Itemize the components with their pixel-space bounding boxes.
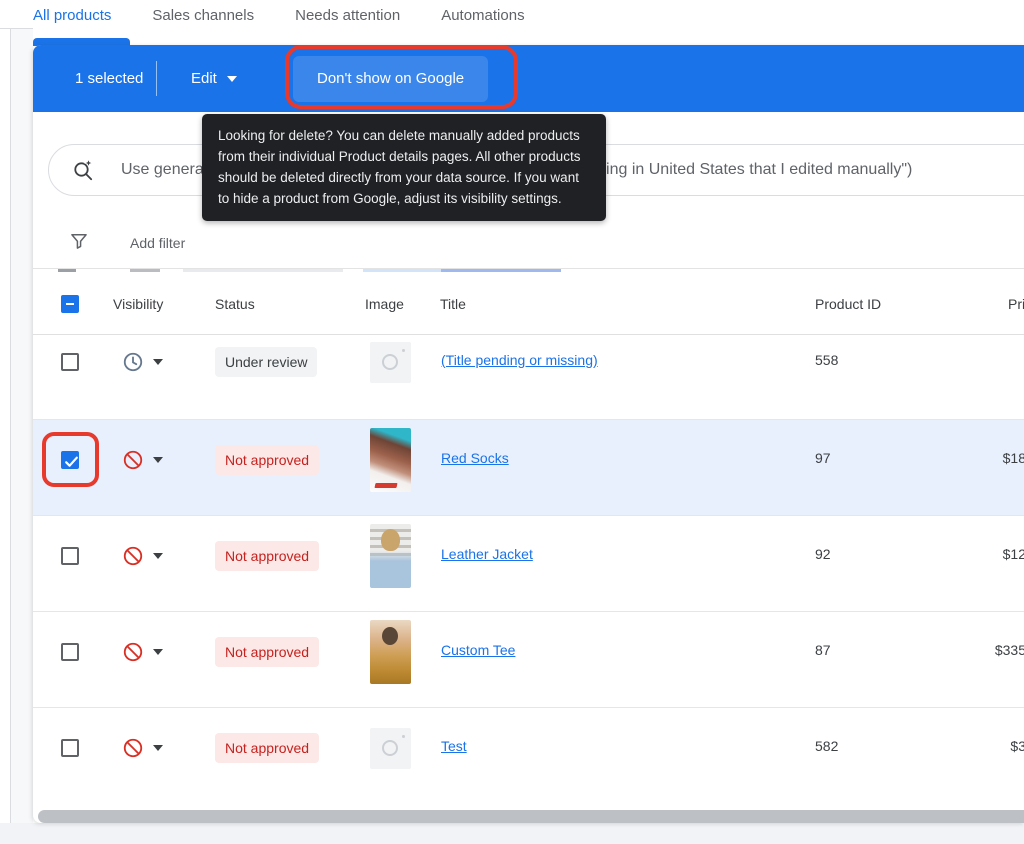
status-badge: Under review [215, 347, 317, 377]
tab-sales-channels[interactable]: Sales channels [152, 7, 254, 24]
product-image [370, 524, 411, 588]
product-title-link[interactable]: Leather Jacket [441, 546, 533, 562]
image-placeholder-icon [382, 740, 398, 756]
chevron-down-icon [153, 649, 163, 655]
tab-needs-attention[interactable]: Needs attention [295, 7, 400, 24]
chevron-down-icon [153, 745, 163, 751]
product-image [370, 342, 411, 383]
status-badge: Not approved [215, 541, 319, 571]
left-gutter [11, 29, 33, 823]
row-checkbox[interactable] [61, 353, 79, 371]
product-price: $18 [915, 450, 1024, 466]
table-row: Under review (Title pending or missing) … [33, 335, 1024, 420]
gutter-border [10, 28, 11, 823]
product-image [370, 728, 411, 769]
chevron-down-icon [227, 76, 237, 82]
filter-row: Add filter [33, 227, 1024, 261]
blocked-icon [122, 641, 144, 663]
add-filter-button[interactable]: Add filter [130, 235, 185, 251]
filter-icon [69, 231, 89, 251]
page-background-bottom [0, 823, 1024, 844]
selected-count: 1 selected [75, 45, 143, 112]
visibility-dropdown[interactable] [122, 544, 163, 568]
dont-show-on-google-button[interactable]: Don't show on Google [293, 56, 488, 102]
product-id: 97 [815, 450, 831, 466]
product-title-link[interactable]: Custom Tee [441, 642, 515, 658]
table-header: Visibility Status Image Title Product ID… [33, 273, 1024, 335]
col-header-visibility: Visibility [113, 273, 163, 335]
product-id: 87 [815, 642, 831, 658]
chevron-down-icon [153, 457, 163, 463]
col-header-image: Image [365, 273, 404, 335]
table-body: Under review (Title pending or missing) … [33, 335, 1024, 804]
visibility-dropdown[interactable] [122, 736, 163, 760]
visibility-dropdown[interactable] [122, 640, 163, 664]
action-bar-divider [156, 61, 157, 96]
status-badge: Not approved [215, 733, 319, 763]
visibility-dropdown[interactable] [122, 350, 163, 374]
edit-button[interactable]: Edit [183, 45, 245, 112]
table-row: Not approved Red Socks 97 $18 [33, 420, 1024, 516]
col-header-title: Title [440, 273, 466, 335]
product-id: 582 [815, 738, 838, 754]
row-checkbox[interactable] [61, 547, 79, 565]
delete-tooltip: Looking for delete? You can delete manua… [202, 114, 606, 221]
blocked-icon [122, 545, 144, 567]
product-title-link[interactable]: Test [441, 738, 467, 754]
horizontal-scrollbar[interactable] [38, 810, 1024, 823]
product-id: 92 [815, 546, 831, 562]
check-icon [63, 453, 81, 471]
chevron-down-icon [153, 553, 163, 559]
product-price: $3 [915, 738, 1024, 754]
col-header-price: Price [1008, 273, 1024, 335]
product-image [370, 620, 411, 684]
tab-all-products[interactable]: All products [33, 7, 111, 24]
select-all-checkbox[interactable] [61, 295, 79, 313]
blocked-icon [122, 449, 144, 471]
blocked-icon [122, 737, 144, 759]
table-row: Not approved Custom Tee 87 $335 [33, 612, 1024, 708]
col-header-status: Status [215, 273, 255, 335]
chevron-down-icon [153, 359, 163, 365]
row-checkbox[interactable] [61, 739, 79, 757]
table-row: Not approved Test 582 $3 [33, 708, 1024, 804]
status-badge: Not approved [215, 445, 319, 475]
bulk-action-bar: 1 selected Edit Don't show on Google [33, 45, 1024, 112]
product-title-link[interactable]: Red Socks [441, 450, 509, 466]
product-price: $12 [915, 546, 1024, 562]
image-placeholder-icon [382, 354, 398, 370]
col-header-product-id: Product ID [815, 273, 881, 335]
products-page: All products Sales channels Needs attentio… [0, 0, 1024, 844]
table-row: Not approved Leather Jacket 92 $12 [33, 516, 1024, 612]
ai-search-icon [71, 158, 95, 182]
status-badge: Not approved [215, 637, 319, 667]
visibility-dropdown[interactable] [122, 448, 163, 472]
product-id: 558 [815, 352, 838, 368]
product-title-link[interactable]: (Title pending or missing) [441, 352, 598, 368]
product-image [370, 428, 411, 492]
clock-icon [122, 351, 144, 373]
tab-bar: All products Sales channels Needs attentio… [33, 0, 525, 30]
product-price: $335 [915, 642, 1024, 658]
row-checkbox[interactable] [61, 451, 79, 469]
row-checkbox[interactable] [61, 643, 79, 661]
tab-automations[interactable]: Automations [441, 7, 524, 24]
